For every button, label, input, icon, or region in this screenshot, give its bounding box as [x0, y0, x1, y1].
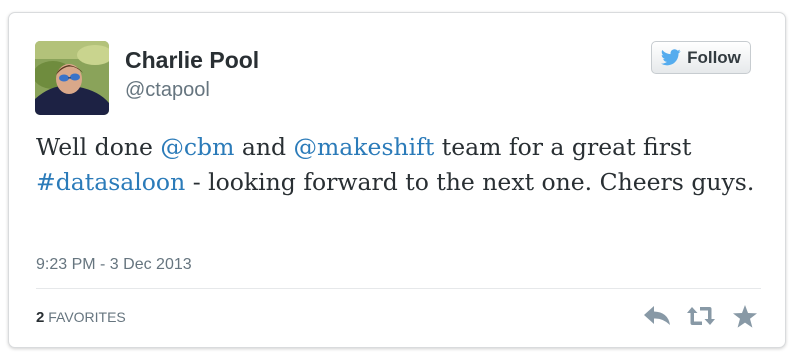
- tweet-text-segment: and: [234, 133, 294, 161]
- favorites-label: FAVORITES: [48, 309, 126, 325]
- retweet-button[interactable]: [687, 303, 715, 329]
- reply-icon: [644, 306, 670, 326]
- divider: [36, 288, 761, 289]
- tweet-timestamp[interactable]: 9:23 PM - 3 Dec 2013: [36, 256, 192, 274]
- mention-cbm-link[interactable]: @cbm: [160, 133, 234, 161]
- retweet-icon: [687, 306, 715, 326]
- tweet-card: Charlie Pool @ctapool Follow Well done @…: [8, 12, 786, 348]
- tweet-text-segment: - looking forward to the next one. Cheer…: [185, 168, 755, 196]
- mention-makeshift-link[interactable]: @makeshift: [294, 133, 435, 161]
- author-handle[interactable]: @ctapool: [125, 79, 210, 102]
- twitter-bird-icon: [661, 49, 681, 66]
- reply-button[interactable]: [643, 303, 671, 329]
- favorites-count: 2: [36, 309, 45, 326]
- tweet-actions: [643, 303, 759, 329]
- hashtag-datasaloon-link[interactable]: #datasaloon: [36, 168, 185, 196]
- author-name[interactable]: Charlie Pool: [125, 47, 259, 74]
- avatar-photo: [35, 41, 109, 115]
- tweet-text-segment: team for a great first: [434, 133, 692, 161]
- author-avatar[interactable]: [35, 41, 109, 115]
- tweet-text-segment: Well done: [36, 133, 161, 161]
- tweet-text: Well done @cbm and @makeshift team for a…: [36, 130, 761, 200]
- favorites-stat[interactable]: 2 FAVORITES: [36, 309, 126, 326]
- favorite-button[interactable]: [731, 303, 759, 329]
- follow-label: Follow: [687, 47, 741, 67]
- star-icon: [733, 304, 757, 328]
- follow-button[interactable]: Follow: [651, 41, 751, 74]
